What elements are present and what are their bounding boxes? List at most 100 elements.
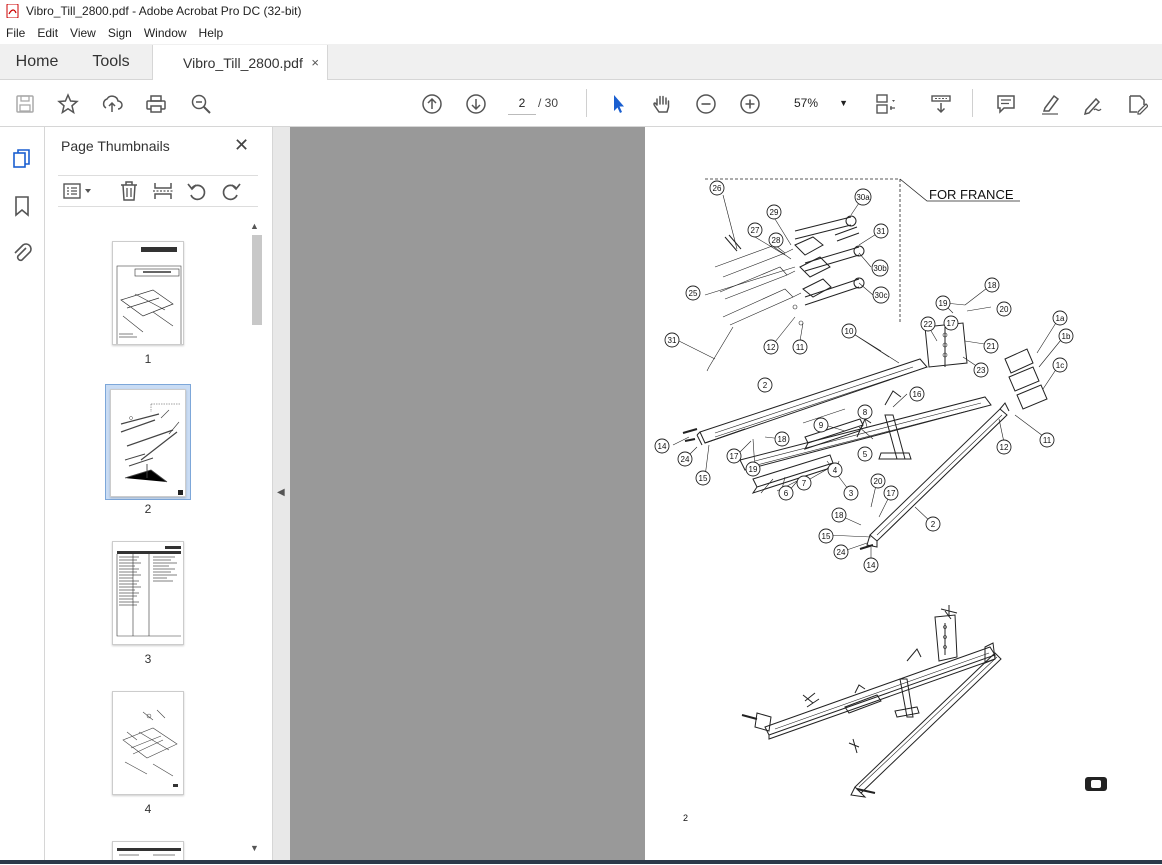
- toolbar: 2 / 30 57% ▼: [0, 81, 1162, 127]
- callout: 31: [664, 332, 680, 348]
- previous-page-button[interactable]: [419, 91, 445, 117]
- chevron-down-icon: ▼: [839, 98, 848, 108]
- next-page-button[interactable]: [463, 91, 489, 117]
- select-cursor-icon[interactable]: [605, 91, 631, 117]
- rotate-right-icon[interactable]: [220, 180, 242, 202]
- scroll-down-icon[interactable]: ▼: [250, 843, 259, 853]
- highlight-icon[interactable]: [1037, 91, 1063, 117]
- thumbnail-page-number: 2: [144, 502, 152, 516]
- delete-icon[interactable]: [118, 180, 140, 202]
- callout: 19: [745, 461, 761, 477]
- tab-bar: Home Tools Vibro_Till_2800.pdf ×: [0, 44, 1162, 80]
- menu-view[interactable]: View: [64, 26, 102, 40]
- menu-window[interactable]: Window: [138, 26, 193, 40]
- svg-text:1b: 1b: [1062, 332, 1071, 341]
- tab-tools[interactable]: Tools: [74, 44, 148, 79]
- thumbnail-scrollbar[interactable]: ▲ ▼: [248, 221, 264, 858]
- rotate-left-icon[interactable]: [186, 180, 208, 202]
- callout: 28: [768, 232, 784, 248]
- extract-pages-icon[interactable]: [152, 180, 174, 202]
- svg-text:20: 20: [874, 477, 883, 486]
- current-page-input[interactable]: 2: [508, 91, 536, 115]
- svg-text:20: 20: [1000, 305, 1009, 314]
- callout: 18: [831, 507, 847, 523]
- svg-text:17: 17: [947, 319, 956, 328]
- tab-close-icon[interactable]: ×: [311, 55, 319, 70]
- edit-pdf-icon[interactable]: [1124, 91, 1150, 117]
- menu-edit[interactable]: Edit: [31, 26, 64, 40]
- upload-icon[interactable]: [99, 91, 125, 117]
- total-pages-label: / 30: [538, 96, 559, 110]
- svg-text:18: 18: [835, 511, 844, 520]
- document-gray-area: [290, 127, 645, 860]
- callout: 12: [763, 339, 779, 355]
- svg-text:30b: 30b: [873, 264, 887, 273]
- callout: 1b: [1058, 328, 1074, 344]
- zoom-out-button[interactable]: [693, 91, 719, 117]
- close-icon[interactable]: ✕: [234, 135, 249, 156]
- zoom-dropdown[interactable]: 57% ▼: [782, 91, 854, 115]
- menu-sign[interactable]: Sign: [102, 26, 138, 40]
- menu-bar: File Edit View Sign Window Help: [0, 22, 1162, 44]
- scrollbar-thumb[interactable]: [252, 235, 262, 325]
- callout: 17: [943, 315, 959, 331]
- callout: 20: [996, 301, 1012, 317]
- comment-icon[interactable]: [993, 91, 1019, 117]
- svg-text:12: 12: [1000, 443, 1009, 452]
- callout: 20: [870, 473, 886, 489]
- thumbnail-page-2-image: [120, 403, 183, 495]
- zoom-value: 57%: [794, 96, 819, 110]
- svg-text:5: 5: [863, 450, 868, 459]
- zoom-in-button[interactable]: [737, 91, 763, 117]
- svg-text:28: 28: [772, 236, 781, 245]
- callout: 3: [843, 485, 859, 501]
- svg-text:18: 18: [778, 435, 787, 444]
- svg-text:26: 26: [713, 184, 722, 193]
- tab-document[interactable]: Vibro_Till_2800.pdf ×: [152, 45, 328, 80]
- thumbnail-page-2[interactable]: [110, 389, 186, 497]
- sign-icon[interactable]: [1080, 91, 1106, 117]
- zoom-search-icon[interactable]: [188, 91, 214, 117]
- thumbnail-page-4[interactable]: [112, 691, 184, 795]
- svg-text:27: 27: [751, 226, 760, 235]
- star-icon[interactable]: [55, 91, 81, 117]
- thumbnails-panel: Page Thumbnails ✕ 1 2 3 4 ▲ ▼: [46, 127, 272, 864]
- svg-text:6: 6: [784, 489, 789, 498]
- scroll-up-icon[interactable]: ▲: [250, 221, 259, 231]
- svg-text:30a: 30a: [856, 193, 870, 202]
- scroll-mode-icon[interactable]: [928, 91, 954, 117]
- save-icon[interactable]: [12, 91, 38, 117]
- callout: 2: [925, 516, 941, 532]
- menu-help[interactable]: Help: [193, 26, 230, 40]
- bookmark-icon[interactable]: [10, 194, 34, 218]
- panel-collapse-handle[interactable]: ◀: [272, 127, 290, 864]
- callout: 25: [685, 285, 701, 301]
- acrobat-logo-icon: [6, 4, 19, 18]
- callout: 30b: [871, 259, 889, 277]
- fit-page-icon[interactable]: [872, 91, 898, 117]
- callout: 12: [996, 439, 1012, 455]
- callout: 2: [757, 377, 773, 393]
- pdf-page[interactable]: .ln { stroke: #222; fill: none; stroke-w…: [645, 127, 1162, 860]
- toolbar-divider: [586, 89, 587, 117]
- callout: 10: [841, 323, 857, 339]
- callout: 18: [984, 277, 1000, 293]
- svg-text:14: 14: [867, 561, 876, 570]
- svg-text:31: 31: [877, 227, 886, 236]
- attachment-icon[interactable]: [10, 240, 34, 264]
- callout: 31: [873, 223, 889, 239]
- thumbnail-page-5[interactable]: [112, 841, 184, 861]
- thumbnail-options-icon[interactable]: [62, 180, 94, 202]
- tab-home[interactable]: Home: [0, 44, 74, 79]
- callout: 14: [654, 438, 670, 454]
- callout: 11: [1039, 432, 1055, 448]
- print-icon[interactable]: [143, 91, 169, 117]
- thumbnail-page-3[interactable]: [112, 541, 184, 645]
- hand-icon[interactable]: [649, 91, 675, 117]
- callout: 19: [935, 295, 951, 311]
- thumbnail-page-number: 3: [144, 652, 152, 666]
- menu-file[interactable]: File: [0, 26, 31, 40]
- thumbnail-page-1[interactable]: [112, 241, 184, 345]
- page-thumbnails-icon[interactable]: [10, 147, 34, 171]
- callout: 27: [747, 222, 763, 238]
